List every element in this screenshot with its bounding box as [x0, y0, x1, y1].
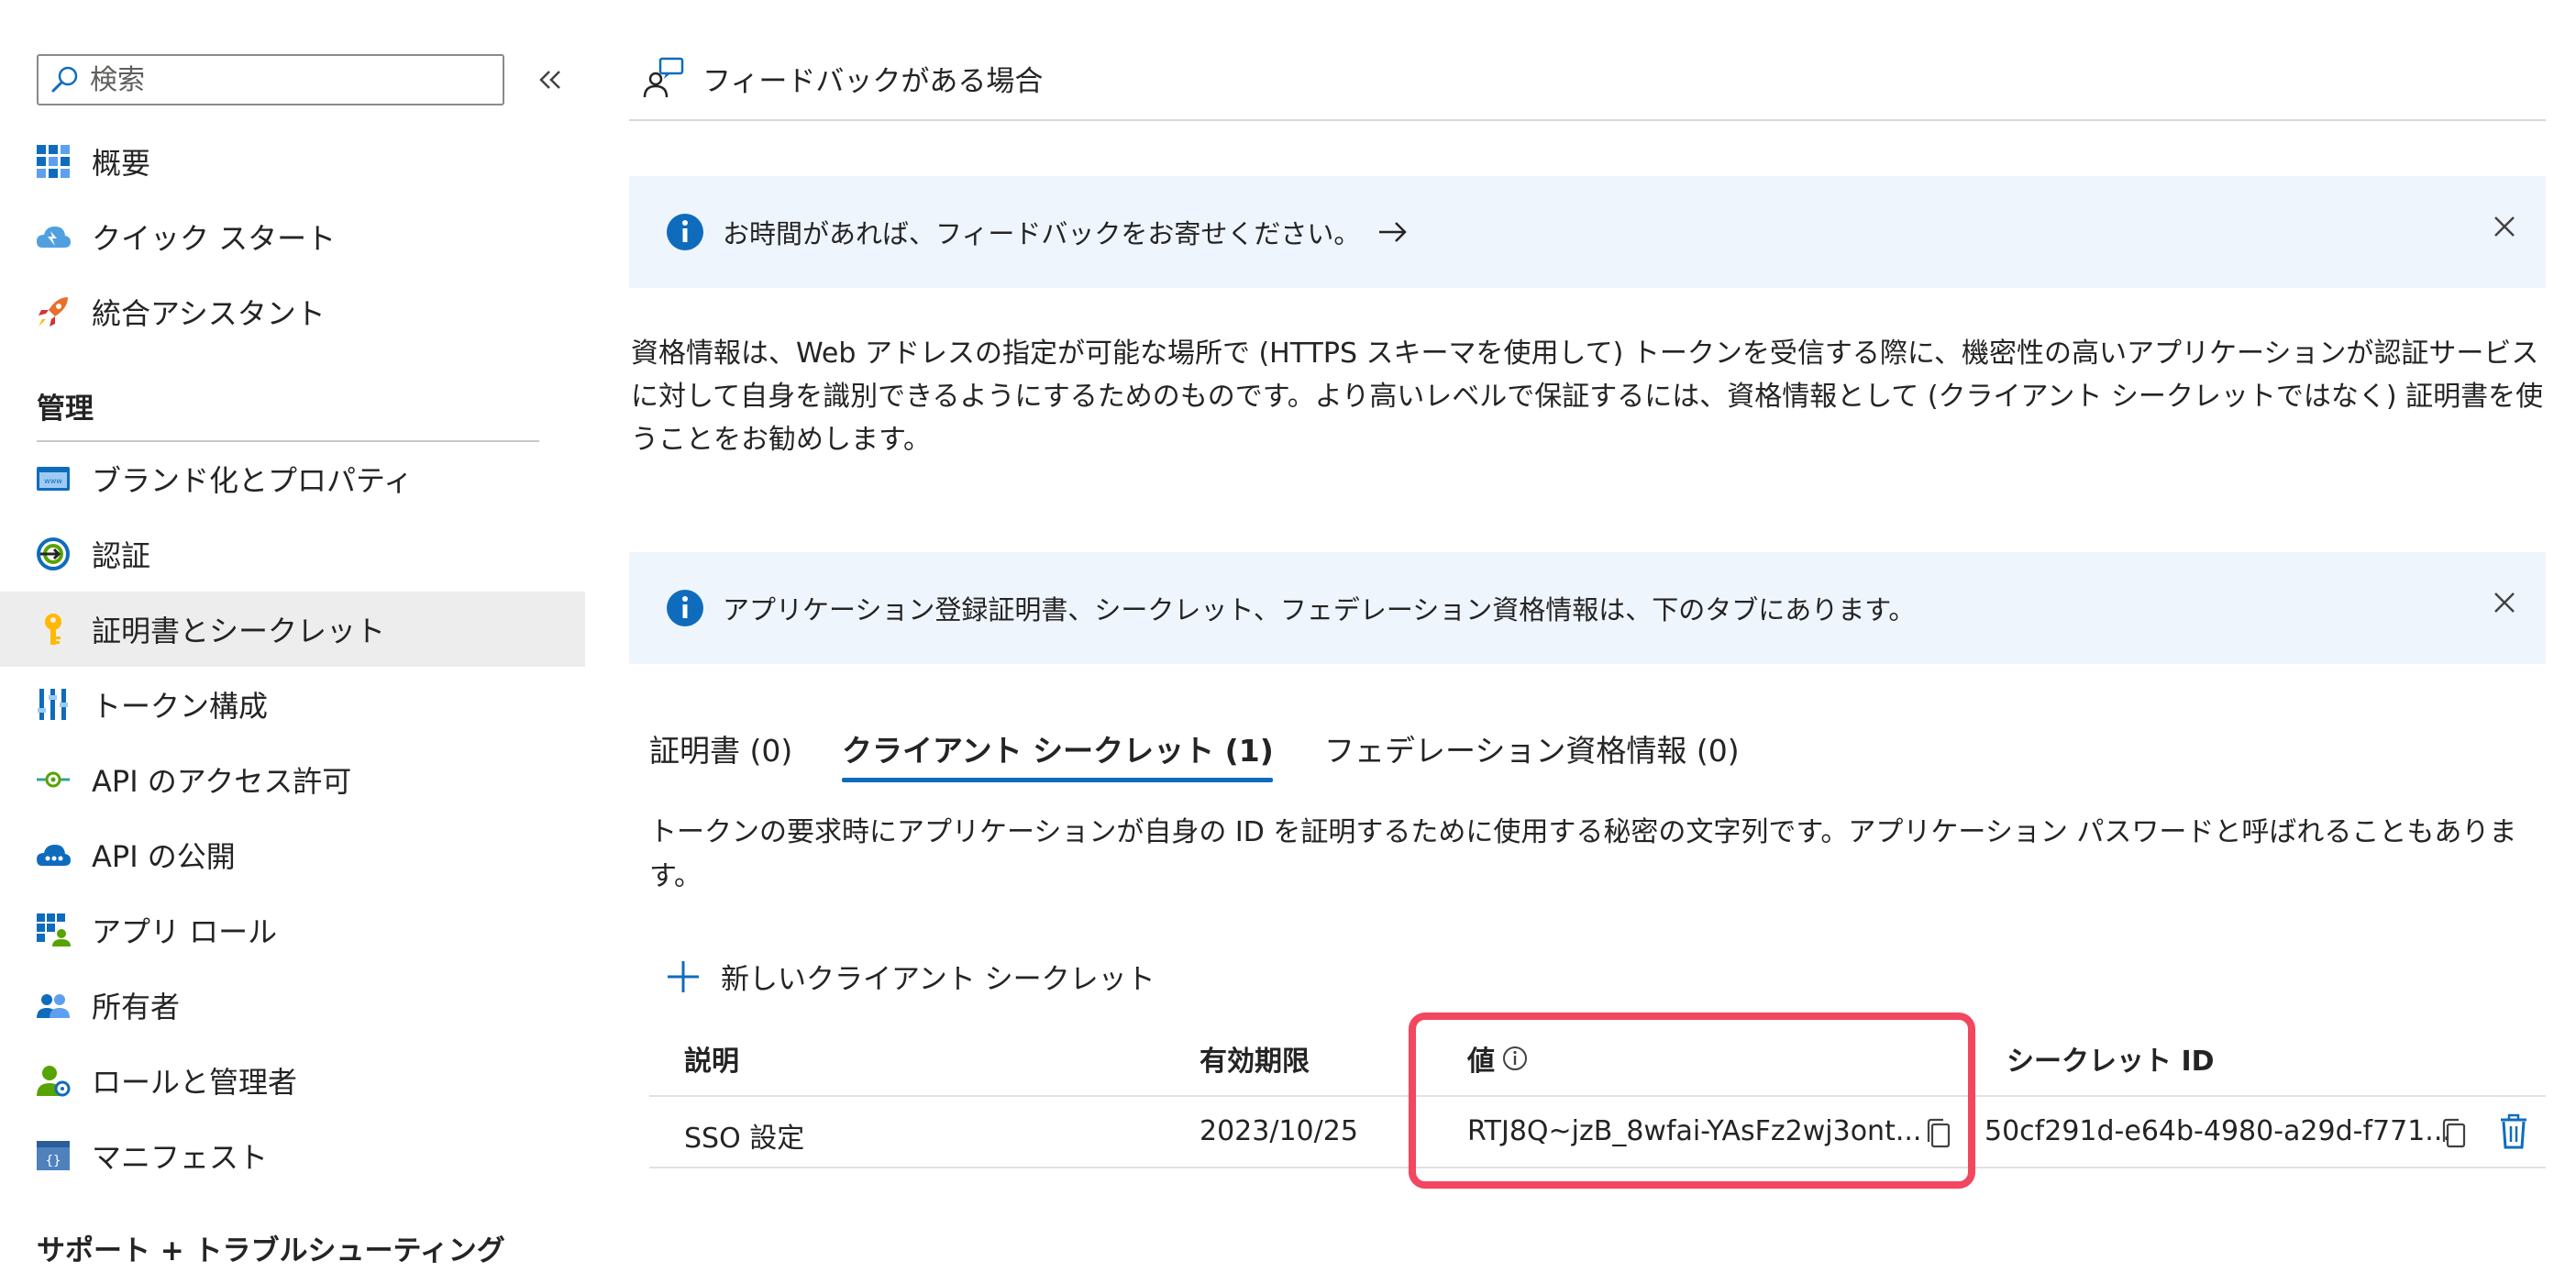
token-config-icon — [38, 689, 68, 720]
sidebar-item-label: 所有者 — [92, 990, 181, 1024]
feedback-label: フィードバックがある場合 — [702, 64, 1044, 98]
value-column-highlight — [1409, 1013, 1975, 1189]
sidebar-item-label: API の公開 — [92, 839, 236, 874]
sidebar-item-integration-assistant[interactable]: 統合アシスタント — [0, 274, 585, 349]
roles-admins-icon — [37, 1066, 71, 1097]
feedback-info-banner: お時間があれば、フィードバックをお寄せください。 — [629, 176, 2546, 288]
sidebar-item-label: ブランド化とプロパティ — [92, 463, 414, 498]
search-box[interactable] — [37, 54, 504, 105]
sidebar-item-overview[interactable]: 概要 — [0, 124, 585, 199]
active-tab-indicator — [842, 778, 1273, 782]
info-message: アプリケーション登録証明書、シークレット、フェデレーション資格情報は、下のタブに… — [723, 594, 1916, 625]
sidebar-item-app-roles[interactable]: アプリ ロール — [0, 892, 585, 968]
sidebar-item-label: クイック スタート — [92, 221, 337, 256]
new-client-secret-button[interactable]: 新しいクライアント シークレット — [666, 956, 1155, 997]
header-divider — [629, 119, 2546, 121]
credentials-description: 資格情報は、Web アドレスの指定が可能な場所で (HTTPS スキーマを使用し… — [631, 338, 2544, 456]
column-header-secret-id[interactable]: シークレット ID — [2007, 1038, 2215, 1079]
sidebar-item-label: トークン構成 — [92, 689, 269, 724]
cell-secret-id: 50cf291d-e64b-4980-a29d-f771... — [1985, 1115, 2451, 1147]
search-icon — [51, 66, 78, 93]
tabs-info-banner: アプリケーション登録証明書、シークレット、フェデレーション資格情報は、下のタブに… — [629, 552, 2546, 664]
sidebar-item-token-configuration[interactable]: トークン構成 — [0, 667, 585, 742]
new-client-secret-label: 新しいクライアント シークレット — [721, 963, 1155, 996]
sidebar-item-label: 統合アシスタント — [92, 296, 326, 331]
sidebar-item-roles-admins[interactable]: ロールと管理者 — [0, 1043, 585, 1118]
sidebar-item-expose-api[interactable]: API の公開 — [0, 817, 585, 892]
svg-text:{}: {} — [46, 1154, 61, 1168]
plus-icon — [668, 960, 699, 992]
owners-icon — [37, 994, 70, 1018]
sidebar-item-manifest[interactable]: {} マニフェスト — [0, 1118, 585, 1193]
info-icon — [667, 214, 703, 250]
branding-icon: www — [37, 467, 70, 491]
cell-description: SSO 設定 — [684, 1123, 805, 1155]
collapse-sidebar-icon[interactable] — [535, 64, 566, 95]
svg-text:www: www — [44, 477, 62, 485]
api-permissions-icon — [37, 771, 70, 788]
sidebar-item-label: 概要 — [92, 146, 151, 181]
tab-client-secrets[interactable]: クライアント シークレット (1) — [842, 726, 1274, 770]
manifest-icon: {} — [37, 1141, 70, 1170]
cell-expires: 2023/10/25 — [1200, 1115, 1358, 1147]
rocket-icon — [39, 297, 68, 327]
info-icon — [667, 590, 703, 626]
sidebar-item-label: 認証 — [92, 538, 151, 573]
sidebar-item-certificates-secrets[interactable]: 証明書とシークレット — [0, 592, 585, 667]
close-icon[interactable] — [2491, 213, 2518, 240]
sidebar-item-label: アプリ ロール — [92, 914, 278, 949]
tab-federated-credentials[interactable]: フェデレーション資格情報 (0) — [1324, 726, 1740, 770]
sidebar-item-authentication[interactable]: 認証 — [0, 516, 585, 592]
column-header-description[interactable]: 説明 — [684, 1038, 739, 1079]
feedback-person-icon — [643, 57, 684, 98]
sidebar-item-api-permissions[interactable]: API のアクセス許可 — [0, 742, 585, 817]
section-manage-heading: 管理 — [37, 393, 94, 426]
feedback-button[interactable]: フィードバックがある場合 — [642, 57, 1043, 99]
overview-grid-icon — [37, 145, 70, 178]
sidebar-item-branding[interactable]: www ブランド化とプロパティ — [0, 441, 585, 516]
copy-icon[interactable] — [2439, 1117, 2469, 1150]
close-icon[interactable] — [2491, 589, 2518, 616]
section-support-heading: サポート + トラブルシューティング — [37, 1234, 505, 1267]
sidebar-item-label: 証明書とシークレット — [92, 614, 386, 648]
app-roles-icon — [37, 913, 71, 946]
tab-certificates[interactable]: 証明書 (0) — [649, 726, 792, 770]
sidebar-item-quickstart[interactable]: クイック スタート — [0, 199, 585, 274]
sidebar-item-label: API のアクセス許可 — [92, 764, 352, 799]
authentication-icon — [37, 537, 70, 570]
expose-api-icon — [37, 845, 71, 866]
client-secret-description: トークンの要求時にアプリケーションが自身の ID を証明するために使用する秘密の… — [649, 816, 2517, 892]
info-message[interactable]: お時間があれば、フィードバックをお寄せください。 — [723, 213, 1360, 251]
column-header-expires[interactable]: 有効期限 — [1200, 1038, 1310, 1079]
sidebar-item-owners[interactable]: 所有者 — [0, 968, 585, 1043]
sidebar-item-label: マニフェスト — [92, 1140, 269, 1175]
arrow-right-icon[interactable] — [1376, 218, 1410, 246]
search-input[interactable] — [90, 63, 475, 96]
quickstart-cloud-icon — [37, 227, 71, 248]
delete-icon[interactable] — [2498, 1113, 2529, 1150]
sidebar-item-label: ロールと管理者 — [92, 1065, 298, 1100]
key-icon — [45, 614, 61, 645]
